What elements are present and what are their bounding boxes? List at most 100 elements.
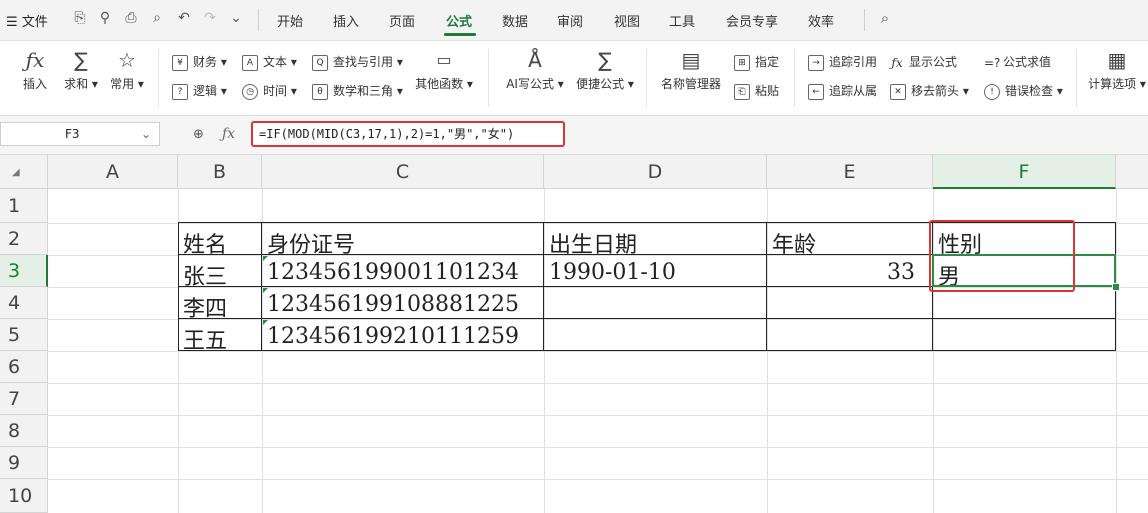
name-manager-button[interactable]: ▤ 名称管理器	[656, 47, 726, 92]
show-formula-label: 显示公式	[909, 55, 958, 69]
specify-button[interactable]: ⊞ 指定	[734, 53, 779, 71]
row-header-4[interactable]: 4	[0, 287, 48, 319]
cell-c3[interactable]: 123456199001101234	[267, 260, 519, 285]
search-icon[interactable]: ⌕	[877, 10, 893, 26]
corner-triangle-icon: ◢	[12, 167, 20, 178]
text-functions-button[interactable]: A 文本 ▾	[242, 53, 297, 71]
ai-icon: Å	[528, 48, 542, 72]
chevron-down-icon[interactable]: ⌄	[228, 10, 244, 26]
divider	[1076, 49, 1077, 107]
tab-view[interactable]: 视图	[614, 11, 640, 30]
select-all-corner[interactable]: ◢	[0, 155, 48, 189]
divider	[258, 9, 259, 31]
gridline	[48, 447, 1148, 448]
ai-formula-button[interactable]: Å AI写公式 ▾	[502, 47, 568, 92]
grid-icon: ⊞	[734, 54, 750, 71]
lookup-functions-button[interactable]: Q 查找与引用 ▾	[312, 53, 403, 71]
column-header-g[interactable]	[1116, 155, 1148, 189]
quick-sum-icon: ∑	[598, 48, 612, 72]
cell-e3[interactable]: 33	[767, 260, 915, 285]
tab-review[interactable]: 审阅	[557, 11, 583, 30]
quick-formula-button[interactable]: ∑ 便捷公式 ▾	[572, 47, 638, 92]
gridline	[48, 479, 1148, 480]
cell-b4[interactable]: 李四	[183, 291, 227, 323]
tab-data[interactable]: 数据	[502, 11, 528, 30]
error-check-label: 错误检查	[1005, 84, 1054, 98]
row-header-2[interactable]: 2	[0, 223, 48, 255]
sigma-icon: ∑	[74, 48, 88, 72]
cell-b3[interactable]: 张三	[183, 259, 227, 291]
finance-functions-button[interactable]: ¥ 财务 ▾	[172, 53, 227, 71]
math-icon: θ	[312, 83, 328, 100]
tab-page[interactable]: 页面	[389, 11, 415, 30]
paste-icon: ⎗	[734, 83, 750, 100]
cell-c4[interactable]: 123456199108881225	[267, 292, 519, 317]
logic-functions-button[interactable]: ? 逻辑 ▾	[172, 82, 227, 100]
gridline	[262, 189, 263, 513]
cell-b2[interactable]: 姓名	[183, 227, 227, 259]
formula-input[interactable]: =IF(MOD(MID(C3,17,1),2)=1,"男","女")	[251, 121, 565, 147]
row-header-10[interactable]: 10	[0, 479, 48, 513]
cell-c2[interactable]: 身份证号	[267, 227, 355, 259]
tab-home[interactable]: 开始	[277, 11, 303, 30]
remove-arrows-label: 移去箭头	[911, 84, 960, 98]
tab-efficiency[interactable]: 效率	[808, 11, 834, 30]
tab-member[interactable]: 会员专享	[726, 11, 778, 30]
cell-e2[interactable]: 年龄	[772, 227, 816, 259]
fill-handle[interactable]	[1112, 283, 1120, 291]
math-label: 数学和三角	[333, 84, 394, 98]
autosum-button[interactable]: ∑ 求和 ▾	[58, 47, 104, 92]
formula-eval-button[interactable]: =? 公式求值	[984, 53, 1051, 70]
share-icon[interactable]: ⚲	[97, 10, 113, 26]
row-header-9[interactable]: 9	[0, 447, 48, 479]
time-functions-button[interactable]: ◷ 时间 ▾	[242, 82, 297, 100]
print-preview-icon[interactable]: ⌕	[149, 10, 165, 26]
column-header-f[interactable]: F	[933, 155, 1116, 189]
remove-arrows-button[interactable]: ✕ 移去箭头 ▾	[890, 82, 969, 100]
calc-options-button[interactable]: ▦ 计算选项 ▾	[1086, 47, 1148, 92]
row-header-8[interactable]: 8	[0, 415, 48, 447]
name-box[interactable]: F3 ⌄	[0, 122, 160, 146]
row-header-7[interactable]: 7	[0, 383, 48, 415]
tab-formula[interactable]: 公式	[446, 11, 472, 30]
chevron-down-icon[interactable]: ⌄	[141, 123, 151, 145]
column-header-c[interactable]: C	[262, 155, 544, 189]
divider	[864, 9, 865, 31]
save-icon[interactable]: ⎘	[72, 10, 88, 26]
column-header-a[interactable]: A	[48, 155, 178, 189]
tab-insert[interactable]: 插入	[333, 11, 359, 30]
highlight-annotation-box	[929, 220, 1075, 292]
cell-c5[interactable]: 123456199210111259	[267, 324, 519, 349]
file-menu[interactable]: ☰ 文件	[6, 11, 48, 30]
insert-function-button[interactable]: ƒx 插入	[14, 47, 56, 92]
tab-tools[interactable]: 工具	[669, 11, 695, 30]
trace-precedents-label: 追踪引用	[829, 55, 878, 69]
row-header-5[interactable]: 5	[0, 319, 48, 351]
more-icon: ▭	[436, 50, 452, 69]
trace-dependents-icon: ←	[808, 83, 824, 100]
other-functions-button[interactable]: ▭ 其他函数 ▾	[412, 47, 476, 92]
fx-icon[interactable]: ƒx	[222, 126, 235, 142]
show-formula-button[interactable]: ƒx 显示公式	[890, 53, 957, 70]
undo-icon[interactable]: ↶	[176, 10, 192, 26]
trace-precedents-button[interactable]: → 追踪引用	[808, 53, 877, 71]
column-header-e[interactable]: E	[767, 155, 933, 189]
column-header-d[interactable]: D	[544, 155, 767, 189]
formula-bar: F3 ⌄ ⊕ ƒx =IF(MOD(MID(C3,17,1),2)=1,"男",…	[0, 116, 1148, 155]
common-functions-button[interactable]: ☆ 常用 ▾	[104, 47, 150, 92]
trace-dependents-button[interactable]: ← 追踪从属	[808, 82, 877, 100]
print-icon[interactable]: ⎙	[123, 10, 139, 26]
column-header-b[interactable]: B	[178, 155, 262, 189]
row-header-3[interactable]: 3	[0, 255, 48, 287]
table-border	[543, 222, 544, 351]
cell-d2[interactable]: 出生日期	[549, 227, 637, 259]
row-header-6[interactable]: 6	[0, 351, 48, 383]
redo-icon[interactable]: ↷	[202, 10, 218, 26]
math-functions-button[interactable]: θ 数学和三角 ▾	[312, 82, 403, 100]
cell-d3[interactable]: 1990-01-10	[549, 260, 676, 285]
cell-b5[interactable]: 王五	[183, 323, 227, 355]
error-check-button[interactable]: ! 错误检查 ▾	[984, 82, 1063, 100]
row-header-1[interactable]: 1	[0, 189, 48, 223]
zoom-icon[interactable]: ⊕	[193, 127, 204, 142]
paste-button[interactable]: ⎗ 粘贴	[734, 82, 779, 100]
